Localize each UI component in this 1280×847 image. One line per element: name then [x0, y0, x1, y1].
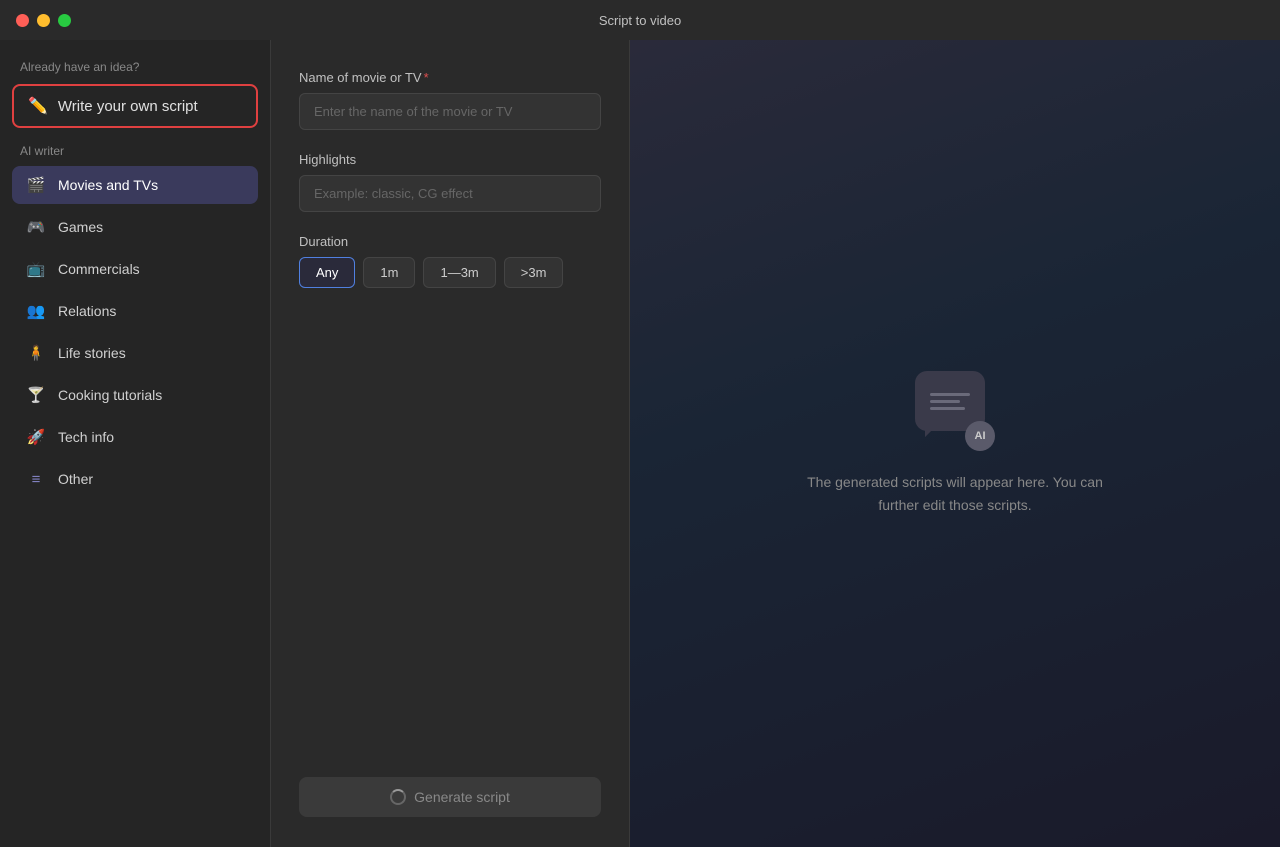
window-title: Script to video: [599, 13, 681, 28]
write-script-label: Write your own script: [58, 98, 198, 115]
close-button[interactable]: [16, 14, 29, 27]
highlights-field: Highlights: [299, 152, 601, 212]
life-stories-icon: 🧍: [26, 343, 46, 363]
duration-3m-button[interactable]: >3m: [504, 257, 564, 288]
sidebar-item-label: Commercials: [58, 261, 140, 277]
sidebar-item-label: Tech info: [58, 429, 114, 445]
right-panel-empty-text: The generated scripts will appear here. …: [795, 471, 1115, 516]
chat-line-1: [930, 393, 970, 396]
relations-icon: 👥: [26, 301, 46, 321]
sidebar-header: Already have an idea?: [12, 60, 258, 74]
sidebar-item-label: Other: [58, 471, 93, 487]
sidebar-item-life-stories[interactable]: 🧍 Life stories: [12, 334, 258, 372]
movie-name-field: Name of movie or TV*: [299, 70, 601, 130]
sidebar-item-other[interactable]: ≡ Other: [12, 460, 258, 498]
chat-lines: [918, 383, 982, 420]
chat-line-2: [930, 400, 960, 403]
sidebar-item-label: Life stories: [58, 345, 126, 361]
titlebar: Script to video: [0, 0, 1280, 40]
sidebar-item-relations[interactable]: 👥 Relations: [12, 292, 258, 330]
generate-script-button[interactable]: Generate script: [299, 777, 601, 817]
sidebar-item-commercials[interactable]: 📺 Commercials: [12, 250, 258, 288]
sidebar-item-games[interactable]: 🎮 Games: [12, 208, 258, 246]
duration-any-button[interactable]: Any: [299, 257, 355, 288]
sidebar: Already have an idea? ✏️ Write your own …: [0, 40, 270, 847]
sidebar-item-label: Relations: [58, 303, 116, 319]
ai-icon-container: AI: [915, 371, 995, 451]
other-icon: ≡: [26, 469, 46, 489]
sidebar-item-tech[interactable]: 🚀 Tech info: [12, 418, 258, 456]
sidebar-item-label: Cooking tutorials: [58, 387, 162, 403]
highlights-label: Highlights: [299, 152, 601, 167]
sidebar-item-cooking[interactable]: 🍸 Cooking tutorials: [12, 376, 258, 414]
sidebar-item-movies[interactable]: 🎬 Movies and TVs: [12, 166, 258, 204]
games-icon: 🎮: [26, 217, 46, 237]
center-panel: Name of movie or TV* Highlights Duration…: [270, 40, 630, 847]
movies-icon: 🎬: [26, 175, 46, 195]
chat-line-3: [930, 407, 965, 410]
pencil-icon: ✏️: [28, 96, 48, 116]
spinner-icon: [390, 789, 406, 805]
sidebar-item-label: Games: [58, 219, 103, 235]
duration-1m-button[interactable]: 1m: [363, 257, 415, 288]
ai-writer-label: AI writer: [12, 144, 258, 158]
duration-buttons: Any 1m 1—3m >3m: [299, 257, 601, 288]
right-panel: AI The generated scripts will appear her…: [630, 40, 1280, 847]
cooking-icon: 🍸: [26, 385, 46, 405]
sidebar-item-label: Movies and TVs: [58, 177, 158, 193]
minimize-button[interactable]: [37, 14, 50, 27]
main-layout: Already have an idea? ✏️ Write your own …: [0, 40, 1280, 847]
commercials-icon: 📺: [26, 259, 46, 279]
generate-btn-label: Generate script: [414, 789, 510, 805]
movie-name-label: Name of movie or TV*: [299, 70, 601, 85]
write-script-button[interactable]: ✏️ Write your own script: [12, 84, 258, 128]
traffic-lights: [16, 14, 71, 27]
movie-name-input[interactable]: [299, 93, 601, 130]
duration-label: Duration: [299, 234, 601, 249]
tech-icon: 🚀: [26, 427, 46, 447]
duration-1-3m-button[interactable]: 1—3m: [423, 257, 495, 288]
ai-badge: AI: [965, 421, 995, 451]
maximize-button[interactable]: [58, 14, 71, 27]
duration-field: Duration Any 1m 1—3m >3m: [299, 234, 601, 288]
highlights-input[interactable]: [299, 175, 601, 212]
